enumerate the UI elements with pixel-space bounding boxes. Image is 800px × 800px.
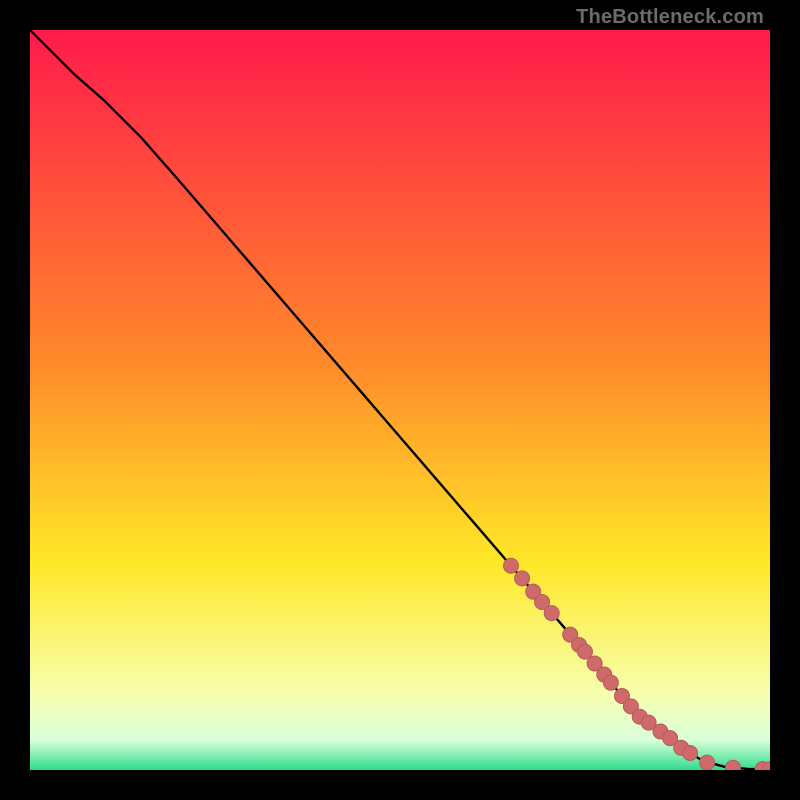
plot-area xyxy=(30,30,770,770)
data-point xyxy=(603,675,618,690)
chart-frame: TheBottleneck.com xyxy=(0,0,800,800)
data-point xyxy=(544,606,559,621)
data-point xyxy=(683,745,698,760)
data-point xyxy=(515,571,530,586)
data-point xyxy=(700,755,715,770)
gradient-background xyxy=(30,30,770,770)
chart-svg xyxy=(30,30,770,770)
watermark-text: TheBottleneck.com xyxy=(576,6,764,29)
data-point xyxy=(504,558,519,573)
